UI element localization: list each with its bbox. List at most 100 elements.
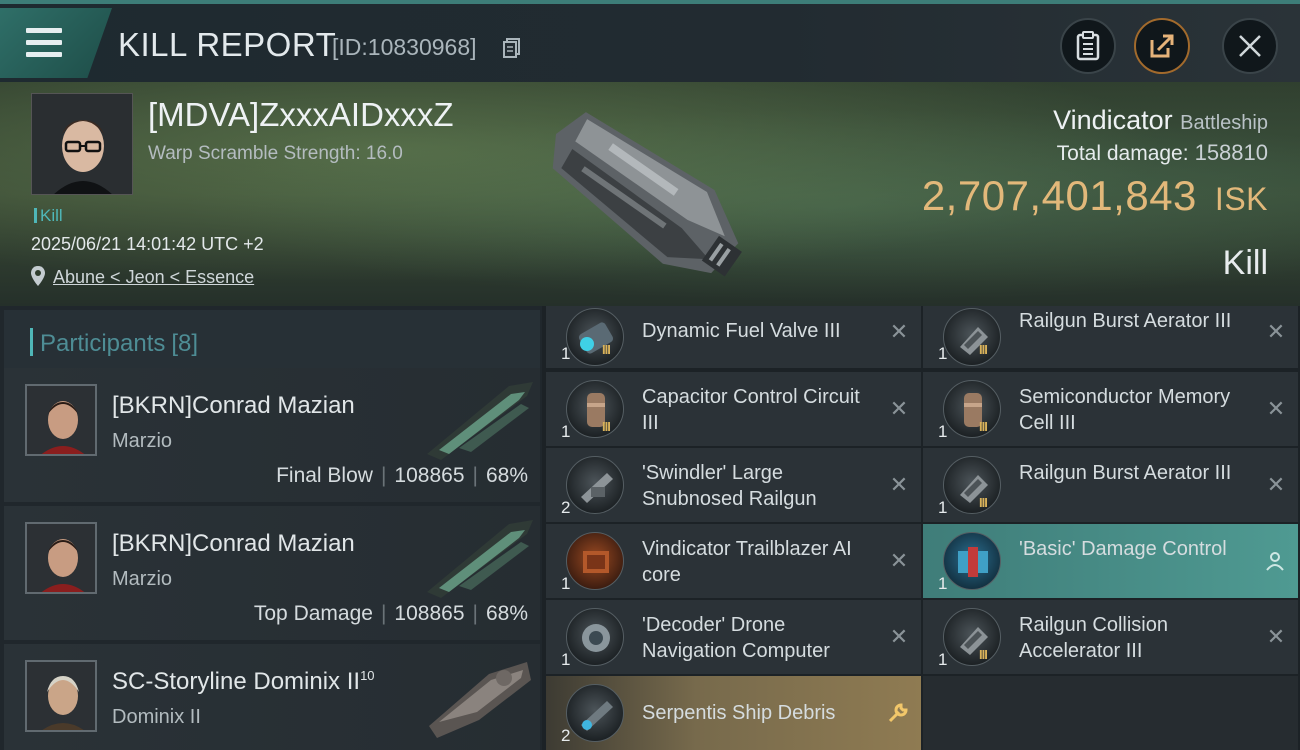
participant-role: Final Blow [276, 464, 373, 487]
participant-damage: 108865 [394, 464, 465, 487]
participant-name: [BKRN]Conrad Mazian [112, 392, 355, 419]
participant-role: Top Damage [253, 602, 373, 625]
item-slot[interactable]: III 1 Railgun Burst Aerator III ✕ [923, 448, 1298, 522]
fuel-valve-icon [566, 308, 624, 366]
copy-icon[interactable] [503, 38, 521, 58]
participant-avatar [25, 660, 97, 732]
participant-ship: Marzio [112, 430, 173, 452]
item-slot[interactable]: 1 'Decoder' Drone Navigation Computer ✕ [546, 600, 921, 674]
result-label: Kill [1222, 244, 1268, 282]
item-qty: 1 [561, 574, 571, 593]
isk-value: 2,707,401,843 ISK [922, 172, 1268, 220]
item-slot[interactable]: III 1 Railgun Collision Accelerator III … [923, 600, 1298, 674]
participant-name: SC-Storyline Dominix II10 [112, 668, 375, 695]
participant-damage-pct: 68% [485, 464, 528, 487]
item-slot[interactable]: III 1 Semiconductor Memory Cell III ✕ [923, 372, 1298, 446]
participant-ship: Marzio [112, 568, 173, 590]
burst-aerator-icon [943, 308, 1001, 366]
item-qty: 1 [938, 344, 948, 363]
menu-icon [26, 28, 62, 58]
victim-portrait[interactable] [31, 93, 133, 195]
item-slot[interactable]: III 1 Capacitor Control Circuit III ✕ [546, 372, 921, 446]
destroyed-icon: ✕ [889, 319, 909, 344]
destroyed-icon: ✕ [889, 396, 909, 421]
participant-damage-pct: 68% [485, 602, 528, 625]
wrench-icon [888, 703, 908, 723]
participant-name: [BKRN]Conrad Mazian [112, 530, 355, 557]
share-button[interactable] [1134, 18, 1190, 74]
item-qty: 1 [938, 498, 948, 517]
item-name: Railgun Burst Aerator III [1019, 462, 1232, 484]
participant-damage: 108865 [394, 602, 465, 625]
item-slot[interactable]: 1 'Basic' Damage Control [923, 524, 1298, 598]
memory-cell-icon [943, 380, 1001, 438]
participant-avatar [25, 384, 97, 456]
destroyed-icon: ✕ [1266, 396, 1286, 421]
ship-debris-icon [566, 684, 624, 742]
ai-core-icon [566, 532, 624, 590]
item-qty: 1 [561, 422, 571, 441]
item-slot[interactable]: III 1 Dynamic Fuel Valve III ✕ [546, 306, 921, 368]
participants-count: [8] [171, 330, 199, 357]
kill-tag: Kill [34, 206, 63, 226]
item-qty: 2 [561, 726, 571, 745]
item-name: 'Swindler' Large Snubnosed Railgun [642, 462, 817, 510]
damage-value: 158810 [1194, 140, 1268, 165]
dominix-ship-icon [429, 662, 531, 738]
destroyed-icon: ✕ [889, 548, 909, 573]
item-qty: 1 [938, 650, 948, 669]
damage-control-icon [943, 532, 1001, 590]
menu-button[interactable] [0, 8, 112, 78]
vindicator-ship-icon [552, 112, 742, 277]
item-name: 'Decoder' Drone Navigation Computer [642, 614, 830, 662]
destroyed-icon: ✕ [1266, 472, 1286, 497]
item-slot[interactable]: III 1 Railgun Burst Aerator III ✕ [923, 306, 1298, 368]
participants-title: Participants [40, 330, 166, 357]
ship-name: Vindicator [1053, 105, 1173, 135]
warp-scramble-strength: Warp Scramble Strength: 16.0 [148, 143, 403, 164]
item-name: Railgun Burst Aerator III [1019, 310, 1232, 332]
participants-header: Participants [8] [4, 310, 540, 372]
participant-ship: Dominix II [112, 706, 201, 728]
marzio-ship-icon [427, 520, 533, 598]
participant-card[interactable]: [BKRN]Conrad Mazian Marzio Top Damage | 10… [4, 506, 540, 640]
capacitor-circuit-icon [566, 380, 624, 438]
page-title: KILL REPORT [118, 26, 337, 63]
person-icon [1266, 552, 1284, 571]
item-name: Capacitor Control Circuit III [642, 386, 860, 434]
participant-card[interactable]: [BKRN]Conrad Mazian Marzio Final Blow | 10… [4, 368, 540, 502]
destroyed-icon: ✕ [889, 472, 909, 497]
destroyed-icon: ✕ [889, 624, 909, 649]
marzio-ship-icon [427, 382, 533, 460]
collision-accelerator-icon [943, 608, 1001, 666]
item-qty: 1 [561, 344, 571, 363]
ship-class: Battleship [1180, 112, 1268, 134]
isk-unit: ISK [1214, 181, 1268, 217]
item-name: Vindicator Trailblazer AI core [642, 538, 852, 586]
victim-ship[interactable]: Vindicator Battleship [1053, 105, 1268, 136]
item-slot[interactable]: 2 Serpentis Ship Debris [546, 676, 921, 750]
item-qty: 1 [938, 574, 948, 593]
burst-aerator-icon [943, 456, 1001, 514]
participant-stats: Final Blow | 108865 | 68% [276, 464, 528, 487]
empty-slot [923, 676, 1298, 750]
destroyed-icon: ✕ [1266, 624, 1286, 649]
victim-name[interactable]: [MDVA]ZxxxAIDxxxZ [148, 96, 454, 134]
item-slot[interactable]: 1 Vindicator Trailblazer AI core ✕ [546, 524, 921, 598]
close-button[interactable] [1222, 18, 1278, 74]
item-slot[interactable]: 2 'Swindler' Large Snubnosed Railgun ✕ [546, 448, 921, 522]
clipboard-button[interactable] [1060, 18, 1116, 74]
participant-stats: Top Damage | 108865 | 68% [253, 602, 528, 625]
close-icon [1239, 35, 1261, 57]
damage-label: Total damage: [1056, 142, 1189, 165]
destroyed-icon: ✕ [1266, 319, 1286, 344]
location-link[interactable]: Abune < Jeon < Essence [53, 267, 254, 288]
navigation-computer-icon [566, 608, 624, 666]
share-icon [1150, 34, 1174, 58]
participant-avatar [25, 522, 97, 594]
clipboard-icon [1076, 31, 1100, 61]
item-name: Semiconductor Memory Cell III [1019, 386, 1231, 434]
item-qty: 1 [938, 422, 948, 441]
total-damage: Total damage: 158810 [1057, 140, 1268, 166]
participant-card[interactable]: SC-Storyline Dominix II10 Dominix II [4, 644, 540, 750]
